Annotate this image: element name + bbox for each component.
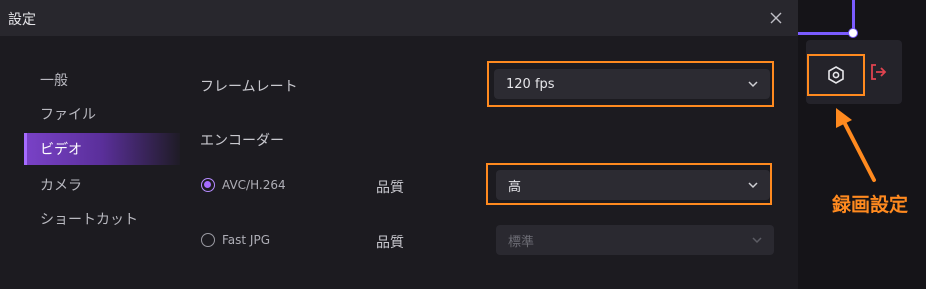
- highlight-box: [486, 163, 772, 205]
- sidebar-item-label: ビデオ: [40, 142, 82, 158]
- sidebar-item-label: ファイル: [40, 107, 96, 123]
- sidebar-item-label: ショートカット: [40, 212, 138, 228]
- sidebar-item-camera[interactable]: カメラ: [24, 169, 180, 201]
- title-bar: 設定: [0, 0, 798, 36]
- exit-icon: [871, 64, 887, 80]
- hexagon-settings-icon: [828, 66, 844, 84]
- sidebar-item-file[interactable]: ファイル: [24, 98, 180, 130]
- framerate-label: フレームレート: [200, 79, 298, 95]
- sidebar-item-shortcut[interactable]: ショートカット: [24, 203, 180, 235]
- annotation-label: 録画設定: [832, 194, 909, 216]
- sidebar-item-label: 一般: [40, 73, 68, 89]
- close-button[interactable]: [764, 6, 788, 30]
- sidebar-item-general[interactable]: 一般: [24, 64, 180, 96]
- dialog-title: 設定: [8, 12, 36, 28]
- encoder-name: Fast JPG: [222, 233, 270, 247]
- record-settings-button[interactable]: [807, 54, 865, 96]
- exit-button[interactable]: [866, 60, 890, 84]
- settings-dialog: 設定 一般 ファイル ビデオ カメラ ショートカット フレームレート 120 f…: [0, 0, 798, 289]
- sidebar-item-label: カメラ: [40, 178, 82, 194]
- background-handle: [848, 28, 858, 38]
- encoder-radio-jpg[interactable]: [201, 233, 215, 247]
- encoder-name: AVC/H.264: [222, 178, 286, 192]
- encoder-label: エンコーダー: [200, 133, 284, 149]
- quality-label: 品質: [376, 180, 404, 196]
- annotation-arrow: [836, 108, 876, 182]
- encoder-radio-avc[interactable]: [201, 178, 215, 192]
- highlight-box: [487, 61, 774, 107]
- background-line: [798, 32, 854, 35]
- quality-select-jpg: 標準: [496, 225, 774, 255]
- sidebar-item-video[interactable]: ビデオ: [24, 133, 180, 165]
- close-icon: [770, 12, 782, 24]
- chevron-down-icon: [752, 237, 762, 244]
- quality-label: 品質: [376, 235, 404, 251]
- quality-value: 標準: [508, 234, 535, 250]
